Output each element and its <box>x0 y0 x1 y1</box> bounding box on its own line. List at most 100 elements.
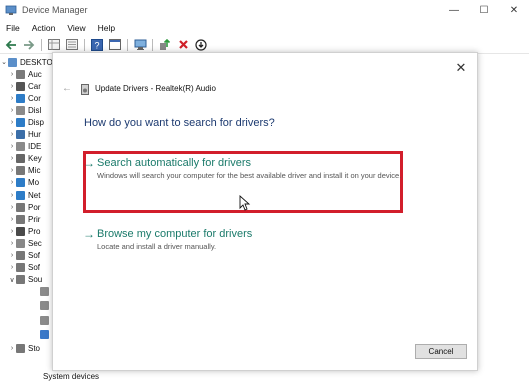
chevron-right-icon[interactable]: › <box>8 95 16 102</box>
audio-device-icon[interactable] <box>40 300 52 312</box>
device-category-icon <box>16 214 25 224</box>
option-description: Locate and install a driver manually. <box>97 242 217 251</box>
option-title[interactable]: Browse my computer for drivers <box>91 228 421 240</box>
tree-item-label: Mo <box>28 178 40 188</box>
browse-computer-option[interactable]: → Browse my computer for drivers Locate … <box>83 227 421 252</box>
tree-item[interactable]: › Net <box>8 189 40 201</box>
chevron-right-icon[interactable]: › <box>8 179 16 186</box>
device-category-icon <box>16 238 25 248</box>
tree-item[interactable]: › Disl <box>8 104 41 116</box>
title-bar: Device Manager — ☐ ✕ <box>0 0 529 20</box>
update-drivers-dialog: ✕ ← Update Drivers - Realtek(R) Audio Ho… <box>52 52 478 371</box>
tree-item-label: Sof <box>28 251 41 260</box>
speaker-device-icon <box>40 287 49 297</box>
window-controls: — ☐ ✕ <box>439 0 529 20</box>
view-pane-icon[interactable] <box>107 37 123 53</box>
forward-arrow-icon[interactable] <box>21 37 37 53</box>
tree-item[interactable]: › IDE <box>8 141 41 153</box>
tree-item-label: Por <box>28 202 41 212</box>
tree-item[interactable]: › Key <box>8 153 42 165</box>
mouse-cursor-icon <box>239 195 251 211</box>
tree-item[interactable]: › Cor <box>8 92 41 104</box>
storage-icon <box>16 343 25 353</box>
tree-item-label: Key <box>28 154 42 164</box>
tree-item[interactable]: › Pro <box>8 225 40 237</box>
tree-item-label: Disp <box>28 117 45 127</box>
window-title: Device Manager <box>22 5 88 15</box>
search-automatically-option[interactable]: → Search automatically for drivers Windo… <box>83 156 421 181</box>
device-category-icon <box>16 154 25 164</box>
tree-item[interactable]: › Mo <box>8 177 39 189</box>
device-category-icon <box>16 263 25 273</box>
toolbar-separator <box>41 38 42 51</box>
device-category-icon <box>16 117 25 127</box>
scan-hardware-icon[interactable] <box>132 37 148 53</box>
tree-item-label: Mic <box>28 166 41 176</box>
chevron-right-icon[interactable]: › <box>8 240 16 247</box>
close-window-button[interactable]: ✕ <box>499 0 529 20</box>
tree-item[interactable]: ∨ Sou <box>8 274 42 286</box>
tree-item[interactable]: › Sof <box>8 262 40 274</box>
chevron-right-icon[interactable]: › <box>8 216 16 223</box>
tree-item[interactable]: › Por <box>8 201 40 213</box>
chevron-right-icon[interactable]: › <box>8 143 16 150</box>
tree-item[interactable]: › Mic <box>8 165 40 177</box>
chevron-down-icon[interactable]: ⌄ <box>0 58 8 66</box>
tree-item[interactable]: › Prir <box>8 213 40 225</box>
device-category-icon <box>16 275 25 285</box>
back-arrow-icon[interactable]: ← <box>62 83 72 94</box>
chevron-right-icon[interactable]: › <box>8 167 16 174</box>
tree-item[interactable]: › Disp <box>8 116 44 128</box>
cancel-button[interactable]: Cancel <box>415 344 467 359</box>
tree-item-label: Auc <box>28 69 42 79</box>
audio-device-icon[interactable] <box>40 328 52 340</box>
back-arrow-icon[interactable] <box>3 37 19 53</box>
tree-item-system-devices[interactable]: System devices <box>43 372 99 381</box>
device-manager-window: Device Manager — ☐ ✕ File Action View He… <box>0 0 529 383</box>
tree-root[interactable]: ⌄ DESKTO <box>0 56 53 68</box>
download-circle-icon[interactable] <box>193 37 209 53</box>
chevron-right-icon[interactable]: › <box>8 192 16 199</box>
menu-view[interactable]: View <box>61 23 91 33</box>
menu-help[interactable]: Help <box>92 23 121 33</box>
chevron-right-icon[interactable]: › <box>8 71 16 78</box>
chevron-right-icon[interactable]: › <box>8 131 16 138</box>
menu-file[interactable]: File <box>0 23 26 33</box>
speaker-device-icon <box>40 315 49 325</box>
option-description: Windows will search your computer for th… <box>97 171 402 180</box>
chevron-right-icon[interactable]: › <box>8 119 16 126</box>
properties-grid-icon[interactable] <box>46 37 62 53</box>
minimize-button[interactable]: — <box>439 0 469 20</box>
tree-item[interactable]: › Sof <box>8 250 40 262</box>
tree-item[interactable]: › Sto <box>8 342 40 354</box>
chevron-down-icon[interactable]: ∨ <box>8 276 16 284</box>
chevron-right-icon[interactable]: › <box>8 107 16 114</box>
update-driver-icon[interactable] <box>157 37 173 53</box>
help-icon[interactable]: ? <box>89 37 105 53</box>
close-icon[interactable]: ✕ <box>455 61 467 74</box>
device-category-icon <box>16 251 25 260</box>
chevron-right-icon[interactable]: › <box>8 228 16 235</box>
option-title[interactable]: Search automatically for drivers <box>91 157 421 169</box>
list-view-icon[interactable] <box>64 37 80 53</box>
tree-item[interactable]: › Sec <box>8 237 42 249</box>
chevron-right-icon[interactable]: › <box>8 252 16 259</box>
tree-item-label: Cor <box>28 93 41 103</box>
uninstall-icon[interactable] <box>175 37 191 53</box>
right-arrow-icon: → <box>83 227 95 241</box>
tree-item[interactable]: › Auc <box>8 68 42 80</box>
chevron-right-icon[interactable]: › <box>8 83 16 90</box>
maximize-button[interactable]: ☐ <box>469 0 499 20</box>
right-arrow-icon: → <box>83 156 95 170</box>
chevron-right-icon[interactable]: › <box>8 264 16 271</box>
menu-action[interactable]: Action <box>26 23 62 33</box>
tree-item[interactable]: › Car <box>8 80 41 92</box>
chevron-right-icon[interactable]: › <box>8 155 16 162</box>
audio-device-icon[interactable] <box>40 314 52 326</box>
chevron-right-icon[interactable]: › <box>8 204 16 211</box>
tree-item[interactable]: › Hur <box>8 129 41 141</box>
chevron-right-icon[interactable]: › <box>8 345 16 352</box>
device-category-icon <box>16 166 25 176</box>
audio-device-icon[interactable] <box>40 286 52 298</box>
device-category-icon <box>16 69 25 79</box>
